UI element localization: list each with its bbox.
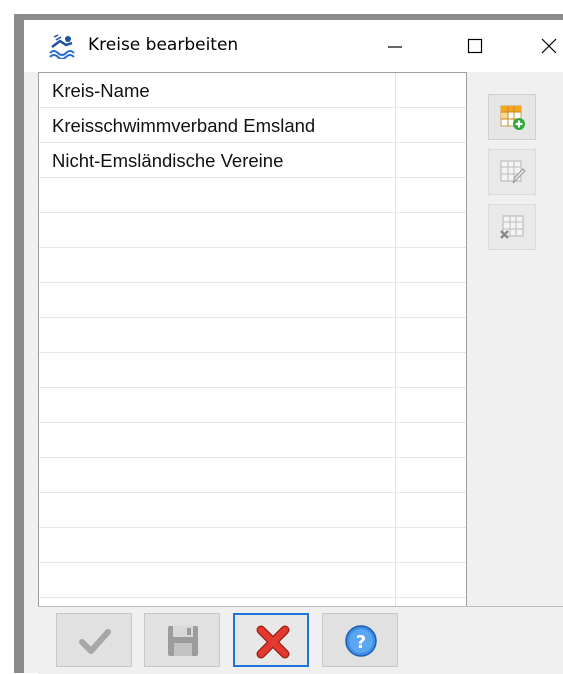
table-row-empty[interactable] — [39, 423, 466, 458]
cancel-button[interactable] — [233, 613, 309, 667]
grid-add-icon — [500, 105, 525, 130]
table-cell: Nicht-Emsländische Vereine — [52, 150, 284, 171]
table-row-empty[interactable] — [39, 318, 466, 353]
maximize-icon — [467, 38, 483, 54]
table-row-empty[interactable] — [39, 283, 466, 318]
dialog-button-bar: ? — [38, 606, 563, 674]
ok-button[interactable] — [56, 613, 132, 667]
table-row[interactable]: Kreisschwimmverband Emsland — [39, 108, 466, 143]
title-bar[interactable]: Kreise bearbeiten — [24, 20, 563, 72]
edit-kreis-button[interactable] — [488, 149, 536, 195]
add-kreis-button[interactable] — [488, 94, 536, 140]
grid-edit-icon — [500, 160, 526, 184]
svg-text:?: ? — [356, 632, 366, 653]
table-row-empty[interactable] — [39, 458, 466, 493]
table-header-row[interactable]: Kreis-Name — [39, 73, 466, 108]
table-row-empty[interactable] — [39, 563, 466, 598]
table-row-empty[interactable] — [39, 248, 466, 283]
kreise-dialog: Kreise bearbeiten Kreis-Name Kreisschwim… — [24, 20, 563, 674]
delete-kreis-button[interactable] — [488, 204, 536, 250]
table-row[interactable]: Nicht-Emsländische Vereine — [39, 143, 466, 178]
close-button[interactable] — [524, 20, 563, 72]
kreise-table[interactable]: Kreis-Name Kreisschwimmverband Emsland N… — [38, 72, 467, 607]
table-row-empty[interactable] — [39, 528, 466, 563]
swimmer-icon — [48, 33, 76, 60]
table-row-empty[interactable] — [39, 388, 466, 423]
column-header-kreis-name: Kreis-Name — [52, 80, 150, 101]
table-row-empty[interactable] — [39, 178, 466, 213]
table-row-empty[interactable] — [39, 353, 466, 388]
minimize-button[interactable] — [370, 20, 420, 72]
grid-delete-icon — [500, 215, 524, 239]
help-icon: ? — [345, 625, 377, 657]
help-button[interactable]: ? — [322, 613, 398, 667]
checkmark-icon — [79, 629, 111, 654]
table-row-empty[interactable] — [39, 493, 466, 528]
table-cell: Kreisschwimmverband Emsland — [52, 115, 316, 136]
minimize-icon — [388, 46, 402, 48]
close-icon — [541, 38, 557, 54]
window-title: Kreise bearbeiten — [88, 35, 239, 55]
table-row-empty[interactable] — [39, 213, 466, 248]
save-icon — [168, 626, 198, 656]
red-x-icon — [256, 625, 290, 659]
maximize-button[interactable] — [450, 20, 500, 72]
save-button[interactable] — [144, 613, 220, 667]
